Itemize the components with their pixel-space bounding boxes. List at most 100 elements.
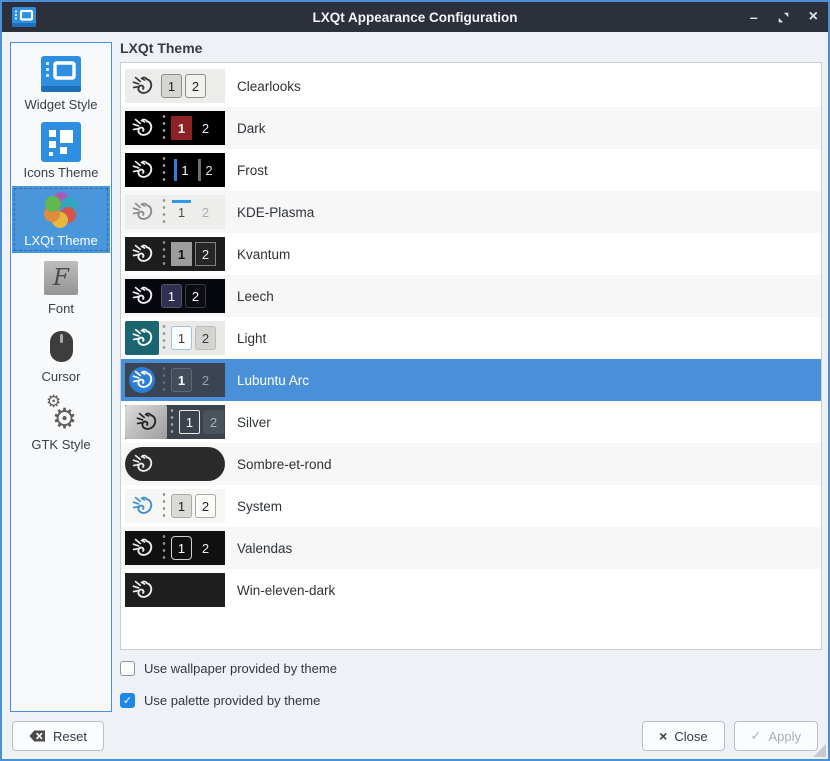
widget-style-icon bbox=[41, 53, 81, 95]
restore-button[interactable] bbox=[778, 12, 789, 23]
use-palette-checkbox[interactable]: ✓ bbox=[120, 693, 135, 708]
theme-preview: 1 2 bbox=[125, 69, 225, 103]
preview-button-2: 2 bbox=[203, 410, 224, 434]
preview-separator-dots bbox=[161, 365, 167, 395]
theme-name: System bbox=[237, 499, 282, 514]
theme-bird-area bbox=[125, 195, 159, 229]
lxqt-bird-icon bbox=[130, 452, 154, 476]
theme-bird-area bbox=[125, 405, 167, 439]
theme-list-item[interactable]: 1 2 Silver bbox=[121, 401, 821, 443]
sidebar-item-cursor[interactable]: Cursor bbox=[12, 322, 110, 389]
theme-list-item[interactable]: Sombre-et-rond bbox=[121, 443, 821, 485]
minimize-button[interactable]: – bbox=[750, 10, 758, 24]
close-window-button[interactable]: × bbox=[809, 9, 818, 25]
theme-bird-area bbox=[125, 279, 159, 313]
close-label: Close bbox=[674, 729, 707, 744]
theme-name: Lubuntu Arc bbox=[237, 373, 309, 388]
preview-button-2: 2 bbox=[195, 116, 216, 140]
theme-name: Leech bbox=[237, 289, 274, 304]
preview-button-2: 2 bbox=[195, 200, 216, 224]
theme-preview: 1 2 bbox=[125, 321, 225, 355]
preview-separator-dots bbox=[161, 113, 167, 143]
sidebar-item-lxqt-theme[interactable]: LXQt Theme bbox=[12, 186, 110, 253]
theme-list-item[interactable]: 1 2 Clearlooks bbox=[121, 65, 821, 107]
preview-separator-dots bbox=[161, 155, 167, 185]
theme-list-item[interactable]: 1 2 Light bbox=[121, 317, 821, 359]
preview-button-1: 1 bbox=[171, 494, 192, 518]
titlebar[interactable]: LXQt Appearance Configuration – × bbox=[2, 2, 828, 32]
theme-bird-area bbox=[125, 321, 159, 355]
lxqt-bird-icon bbox=[130, 368, 154, 392]
use-wallpaper-checkbox[interactable] bbox=[120, 661, 135, 676]
preview-button-1: 1 bbox=[179, 410, 200, 434]
close-x-icon: × bbox=[659, 728, 667, 744]
preview-buttons: 1 2 bbox=[171, 242, 216, 266]
preview-buttons: 1 2 bbox=[171, 116, 216, 140]
sidebar-item-label: Font bbox=[48, 301, 74, 316]
lxqt-bird-icon bbox=[130, 74, 154, 98]
preview-buttons: 1 2 bbox=[171, 494, 216, 518]
preview-buttons: 1 2 bbox=[179, 410, 224, 434]
preview-buttons: 1 2 bbox=[171, 158, 216, 182]
theme-list-item[interactable]: 1 2 Frost bbox=[121, 149, 821, 191]
preview-buttons: 1 2 bbox=[171, 368, 216, 392]
backspace-icon bbox=[29, 730, 46, 742]
theme-name: Valendas bbox=[237, 541, 292, 556]
close-button[interactable]: × Close bbox=[642, 721, 724, 751]
theme-preview: 1 2 bbox=[125, 531, 225, 565]
font-icon: F bbox=[44, 257, 78, 299]
theme-list[interactable]: 1 2 Clearlooks 1 2 Dark bbox=[120, 62, 822, 650]
reset-button[interactable]: Reset bbox=[12, 721, 104, 751]
theme-name: Silver bbox=[237, 415, 271, 430]
preview-button-1: 1 bbox=[171, 326, 192, 350]
theme-list-item[interactable]: 1 2 Kvantum bbox=[121, 233, 821, 275]
theme-preview bbox=[125, 447, 225, 481]
preview-separator-dots bbox=[161, 197, 167, 227]
preview-separator-dots bbox=[169, 407, 175, 437]
sidebar-item-label: GTK Style bbox=[31, 437, 90, 452]
theme-preview: 1 2 bbox=[125, 195, 225, 229]
preview-button-2: 2 bbox=[195, 494, 216, 518]
theme-list-item[interactable]: 1 2 Leech bbox=[121, 275, 821, 317]
preview-button-1: 1 bbox=[171, 242, 192, 266]
theme-list-item[interactable]: 1 2 KDE-Plasma bbox=[121, 191, 821, 233]
theme-preview: 1 2 bbox=[125, 489, 225, 523]
theme-list-item[interactable]: 1 2 Valendas bbox=[121, 527, 821, 569]
window-icon bbox=[12, 7, 38, 27]
sidebar-item-font[interactable]: F Font bbox=[12, 254, 110, 321]
preview-button-2: 2 bbox=[195, 326, 216, 350]
theme-name: KDE-Plasma bbox=[237, 205, 314, 220]
theme-bird-area bbox=[125, 153, 159, 187]
theme-list-item[interactable]: 1 2 Lubuntu Arc bbox=[121, 359, 821, 401]
preview-button-2: 2 bbox=[185, 74, 206, 98]
preview-button-1: 1 bbox=[171, 200, 192, 224]
preview-button-2: 2 bbox=[195, 158, 216, 182]
preview-button-1: 1 bbox=[161, 74, 182, 98]
wallpaper-checkbox-row[interactable]: Use wallpaper provided by theme bbox=[120, 661, 337, 676]
sidebar-item-widget-style[interactable]: Widget Style bbox=[12, 50, 110, 117]
theme-name: Win-eleven-dark bbox=[237, 583, 335, 598]
palette-checkbox-row[interactable]: ✓ Use palette provided by theme bbox=[120, 693, 337, 708]
theme-list-item[interactable]: Win-eleven-dark bbox=[121, 569, 821, 611]
icons-theme-icon bbox=[41, 121, 81, 163]
theme-list-item[interactable]: 1 2 Dark bbox=[121, 107, 821, 149]
sidebar-item-icons-theme[interactable]: Icons Theme bbox=[12, 118, 110, 185]
theme-preview: 1 2 bbox=[125, 279, 225, 313]
preview-button-1: 1 bbox=[161, 284, 182, 308]
sidebar-item-gtk-style[interactable]: ⚙⚙ GTK Style bbox=[12, 390, 110, 457]
lxqt-bird-icon bbox=[130, 200, 154, 224]
theme-name: Sombre-et-rond bbox=[237, 457, 332, 472]
preview-buttons: 1 2 bbox=[171, 326, 216, 350]
resize-grip[interactable] bbox=[813, 744, 826, 757]
apply-button[interactable]: ✓ Apply bbox=[734, 721, 818, 751]
preview-buttons: 1 2 bbox=[161, 74, 206, 98]
lxqt-bird-icon bbox=[130, 536, 154, 560]
theme-bird-area bbox=[125, 363, 159, 397]
theme-name: Light bbox=[237, 331, 266, 346]
theme-options: Use wallpaper provided by theme ✓ Use pa… bbox=[120, 661, 337, 708]
theme-list-item[interactable]: 1 2 System bbox=[121, 485, 821, 527]
lxqt-bird-icon bbox=[134, 410, 158, 434]
lxqt-theme-icon bbox=[40, 189, 82, 231]
window-title: LXQt Appearance Configuration bbox=[2, 10, 828, 25]
preview-button-2: 2 bbox=[195, 536, 216, 560]
